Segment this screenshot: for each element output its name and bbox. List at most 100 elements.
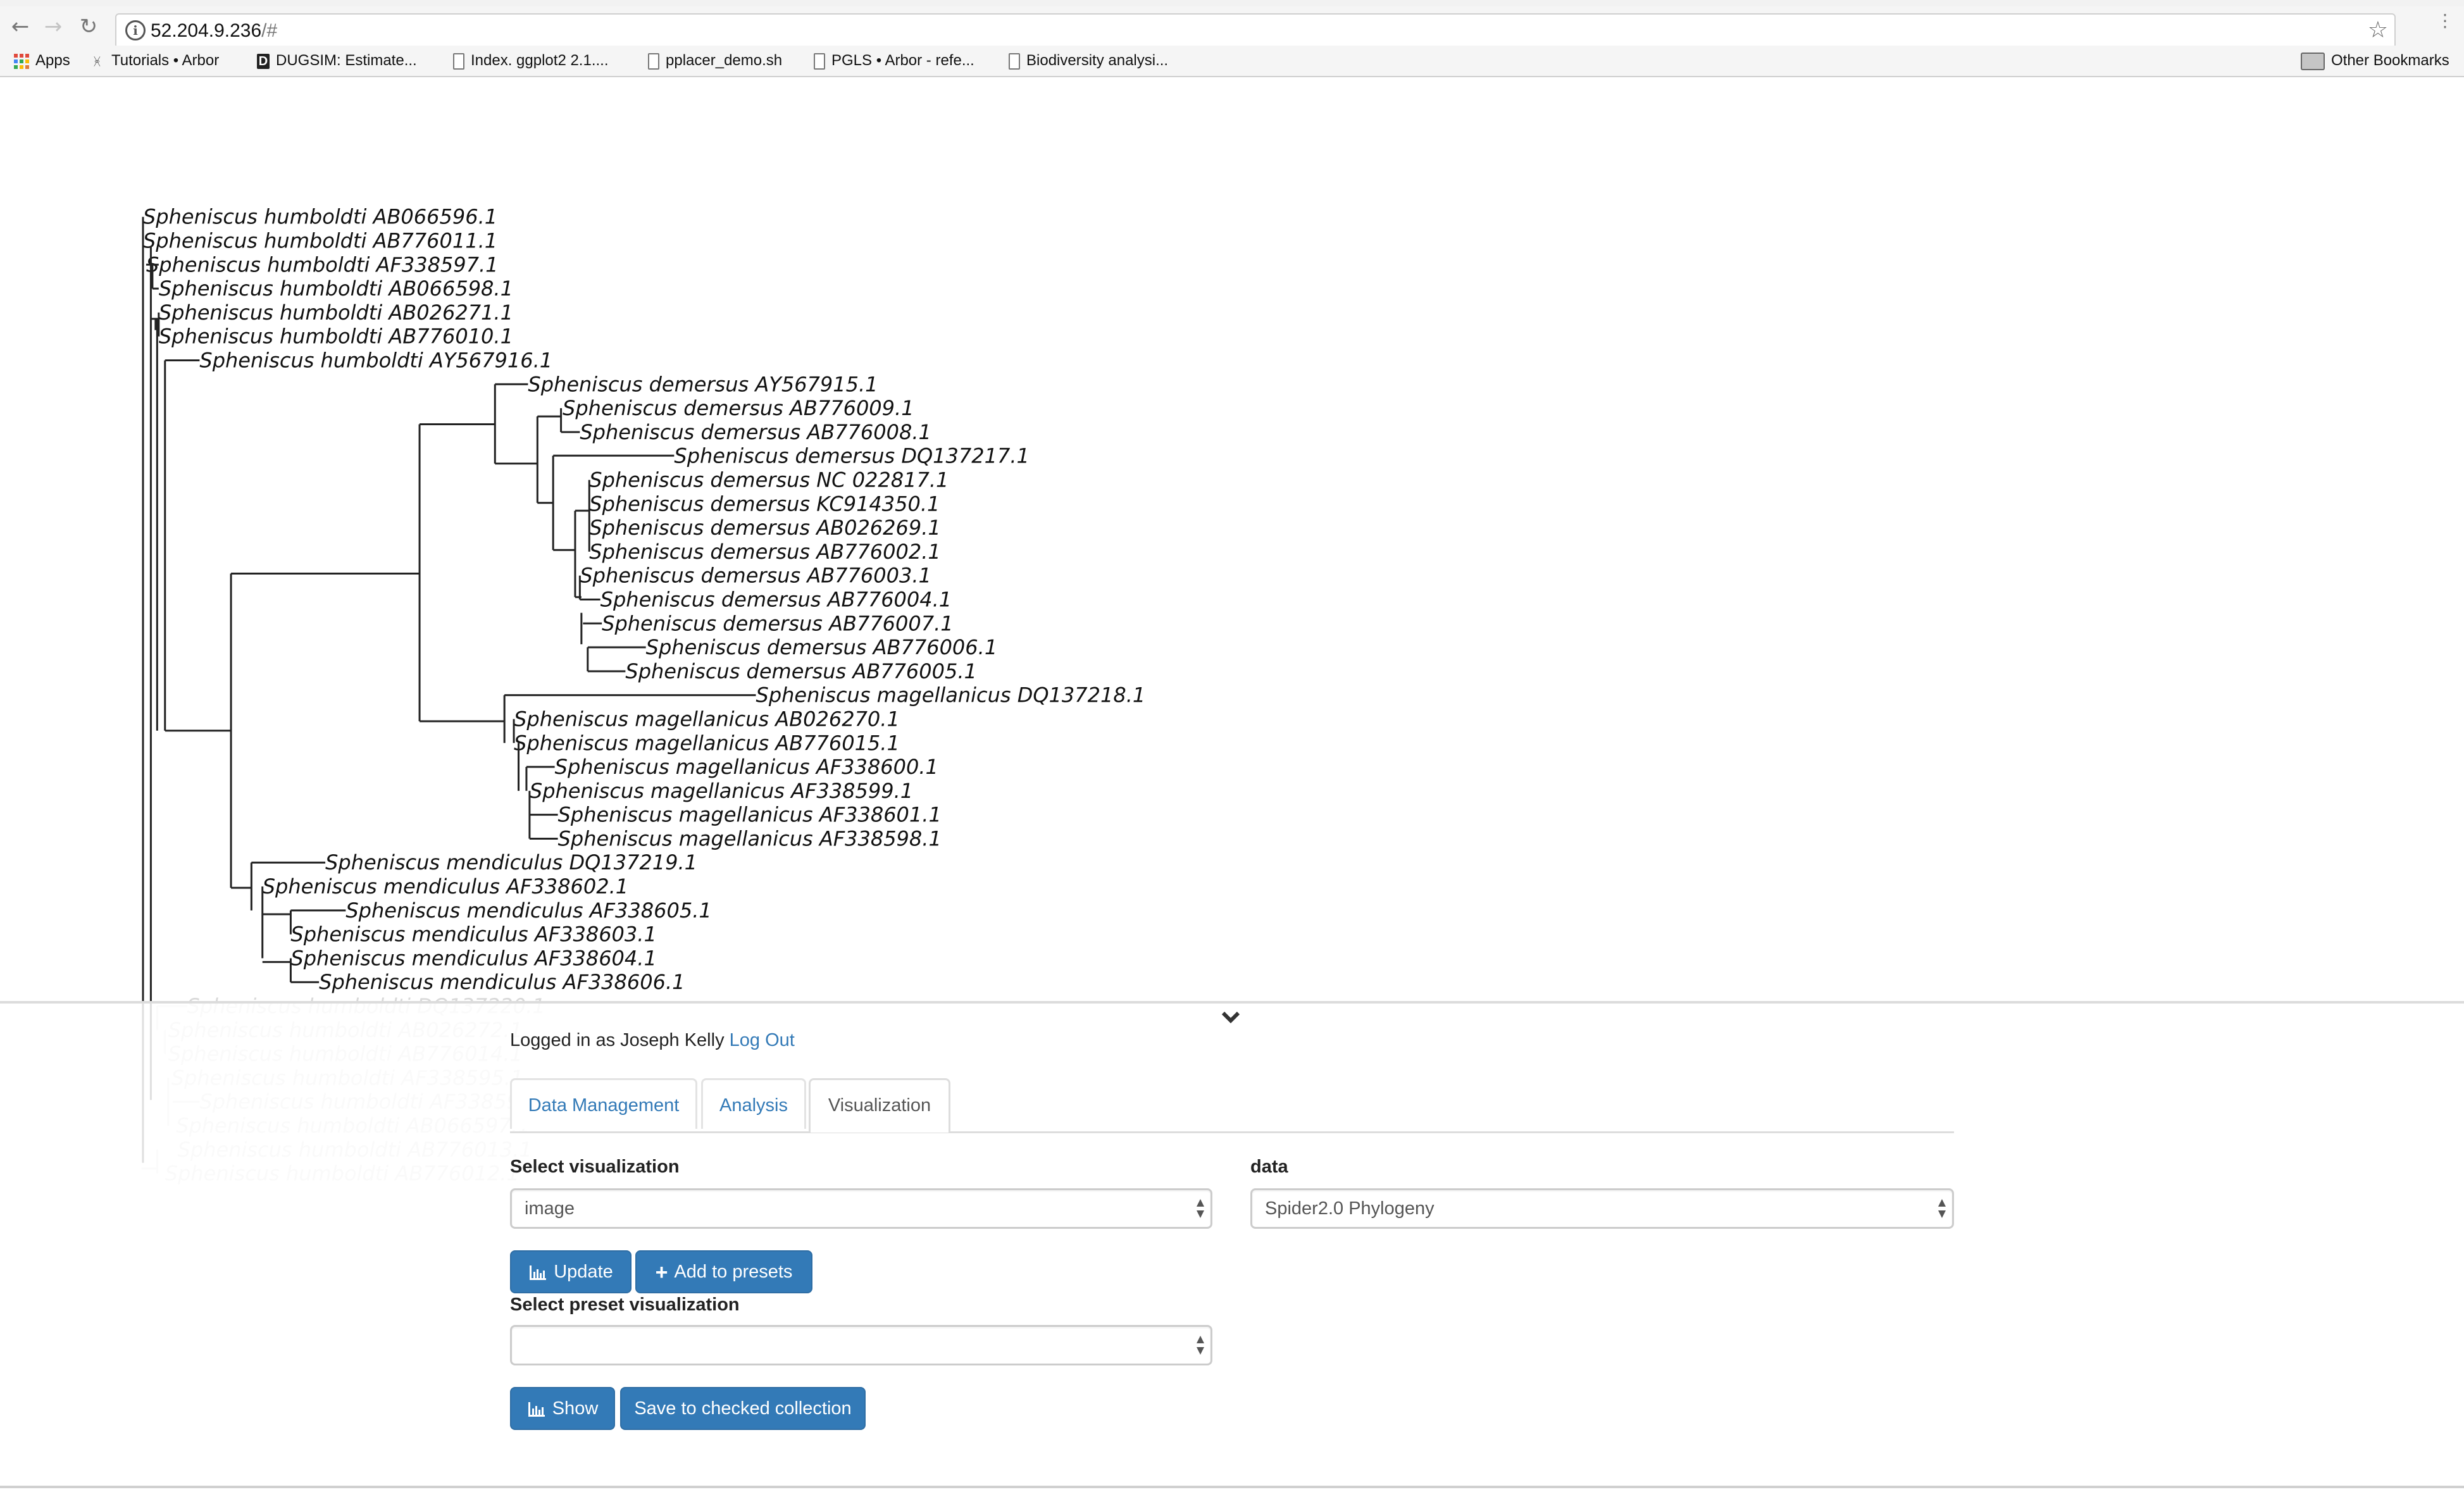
tree-leaf-label: Spheniscus humboldti AB026271.1 bbox=[159, 301, 513, 325]
data-select-value: Spider2.0 Phylogeny bbox=[1265, 1198, 1434, 1219]
tree-leaf-label: Spheniscus magellanicus AF338599.1 bbox=[530, 779, 913, 803]
bookmark-dugsim[interactable]: D DUGSIM: Estimate... bbox=[257, 50, 417, 71]
add-to-presets-label: Add to presets bbox=[674, 1262, 793, 1282]
tab-data-management[interactable]: Data Management bbox=[510, 1078, 697, 1129]
bookmarks-bar: Apps ᚸ Tutorials • Arbor D DUGSIM: Estimat… bbox=[0, 46, 2464, 77]
forward-arrow-icon: → bbox=[44, 14, 63, 39]
collapse-panel-chevron-icon[interactable] bbox=[1221, 1011, 1240, 1024]
show-label: Show bbox=[552, 1398, 599, 1419]
bookmark-pgls[interactable]: PGLS • Arbor - refe... bbox=[814, 50, 974, 71]
page-icon bbox=[814, 53, 825, 70]
bookmark-star-icon[interactable]: ☆ bbox=[2368, 17, 2388, 44]
phylogeny-tree: Spheniscus humboldti AB066596.1 Spheniscu… bbox=[0, 77, 2464, 1186]
bookmark-label: Biodiversity analysi... bbox=[1026, 52, 1169, 69]
tab-visualization[interactable]: Visualization bbox=[809, 1078, 950, 1133]
visualization-select[interactable]: image bbox=[510, 1188, 1212, 1229]
tree-leaf-label: Spheniscus humboldti AY567916.1 bbox=[199, 348, 552, 372]
page-icon bbox=[648, 53, 659, 70]
tree-leaf-label: Spheniscus magellanicus DQ137218.1 bbox=[756, 683, 1146, 707]
save-label: Save to checked collection bbox=[634, 1398, 852, 1419]
bookmark-label: Index. ggplot2 2.1.... bbox=[471, 52, 609, 69]
url-path: /# bbox=[261, 20, 278, 41]
tree-leaf-label: Spheniscus demersus AY567915.1 bbox=[528, 372, 878, 396]
login-status: Logged in as Joseph Kelly Log Out bbox=[510, 1030, 795, 1051]
bookmark-biodiversity[interactable]: Biodiversity analysi... bbox=[1009, 50, 1168, 71]
tree-leaf-label: Spheniscus demersus KC914350.1 bbox=[589, 492, 940, 516]
select-arrows-icon bbox=[1938, 1199, 1946, 1218]
tree-leaf-label: Spheniscus demersus AB776003.1 bbox=[580, 564, 931, 588]
tree-leaf-label: Spheniscus magellanicus AB026270.1 bbox=[514, 707, 900, 731]
tree-leaf-label: Spheniscus demersus AB776007.1 bbox=[602, 611, 954, 635]
other-bookmarks[interactable]: Other Bookmarks bbox=[2301, 50, 2449, 71]
back-button[interactable]: ← bbox=[9, 15, 32, 38]
page-icon bbox=[1009, 53, 1020, 70]
update-button[interactable]: Update bbox=[510, 1250, 632, 1293]
d-favicon-icon: D bbox=[257, 53, 270, 69]
forward-button[interactable]: → bbox=[42, 15, 65, 38]
tree-leaf-label: Spheniscus mendiculus AF338603.1 bbox=[290, 923, 656, 947]
tree-leaf-label: Spheniscus magellanicus AF338600.1 bbox=[555, 755, 938, 779]
visualization-select-value: image bbox=[525, 1198, 575, 1219]
select-arrows-icon bbox=[1197, 1199, 1204, 1218]
tree-leaf-label: Spheniscus humboldti AB066598.1 bbox=[159, 277, 513, 301]
update-label: Update bbox=[554, 1262, 613, 1282]
bar-chart-icon bbox=[530, 1265, 547, 1281]
tree-leaf-label: Spheniscus mendiculus AF338605.1 bbox=[345, 898, 711, 923]
bookmark-tutorials-arbor[interactable]: ᚸ Tutorials • Arbor bbox=[94, 50, 219, 71]
reload-button[interactable]: ↻ bbox=[77, 15, 100, 38]
tree-leaf-label: Spheniscus demersus AB776005.1 bbox=[625, 659, 977, 683]
bookmark-ggplot2[interactable]: Index. ggplot2 2.1.... bbox=[453, 50, 609, 71]
tree-leaf-label: Spheniscus demersus AB776006.1 bbox=[646, 635, 998, 659]
tab-analysis[interactable]: Analysis bbox=[701, 1078, 806, 1129]
tree-leaf-label: Spheniscus magellanicus AF338598.1 bbox=[558, 826, 942, 850]
tree-leaf-label: Spheniscus mendiculus AF338606.1 bbox=[319, 970, 685, 994]
tree-leaf-label: Spheniscus demersus DQ137217.1 bbox=[674, 444, 1029, 468]
tree-leaf-label: Spheniscus demersus AB776008.1 bbox=[580, 420, 931, 444]
bar-chart-icon bbox=[528, 1402, 545, 1417]
tree-leaf-label: Spheniscus humboldti AB066596.1 bbox=[143, 205, 497, 229]
tab-bar: Data Management Analysis Visualization bbox=[510, 1078, 1954, 1133]
select-preset-label: Select preset visualization bbox=[510, 1295, 740, 1315]
add-to-presets-button[interactable]: + Add to presets bbox=[635, 1250, 812, 1293]
site-info-icon[interactable]: i bbox=[125, 20, 146, 40]
logged-in-text: Logged in as Joseph Kelly bbox=[510, 1030, 725, 1050]
tree-leaf-label: Spheniscus magellanicus AF338601.1 bbox=[558, 803, 942, 827]
control-panel bbox=[0, 1001, 2464, 1492]
logout-link[interactable]: Log Out bbox=[730, 1030, 795, 1050]
tree-leaf-label: Spheniscus demersus AB026269.1 bbox=[589, 516, 941, 540]
back-arrow-icon: ← bbox=[11, 14, 30, 39]
bookmark-label: Tutorials • Arbor bbox=[111, 52, 220, 69]
browser-menu-icon[interactable]: ⋮ bbox=[2436, 12, 2454, 30]
tree-leaf-label: Spheniscus demersus AB776004.1 bbox=[600, 587, 952, 611]
tree-leaf-label: Spheniscus demersus AB776009.1 bbox=[563, 396, 914, 420]
url-host: 52.204.9.236 bbox=[151, 20, 262, 41]
bookmark-label: Apps bbox=[35, 52, 70, 69]
folder-icon bbox=[2301, 52, 2325, 70]
tree-leaf-label: Spheniscus mendiculus DQ137219.1 bbox=[325, 850, 697, 874]
page-icon bbox=[453, 53, 464, 70]
data-label: data bbox=[1250, 1157, 1288, 1177]
save-to-collection-button[interactable]: Save to checked collection bbox=[620, 1387, 866, 1430]
url-text[interactable]: 52.204.9.236/# bbox=[151, 18, 277, 44]
browser-toolbar: ← → ↻ i 52.204.9.236/# ☆ ⋮ bbox=[0, 6, 2464, 49]
bookmark-apps[interactable]: Apps bbox=[14, 50, 70, 71]
tree-leaf-label: Spheniscus mendiculus AF338602.1 bbox=[263, 874, 628, 898]
apps-grid-icon bbox=[14, 53, 29, 69]
select-arrows-icon bbox=[1197, 1336, 1204, 1355]
arbor-logo-icon: ᚸ bbox=[94, 54, 101, 68]
tree-leaf-label: Spheniscus magellanicus AB776015.1 bbox=[514, 731, 900, 755]
tree-leaf-label: Spheniscus humboldti AF338597.1 bbox=[146, 252, 499, 277]
bookmark-label: PGLS • Arbor - refe... bbox=[831, 52, 974, 69]
show-button[interactable]: Show bbox=[510, 1387, 615, 1430]
bookmark-pplacer[interactable]: pplacer_demo.sh bbox=[648, 50, 782, 71]
address-bar[interactable]: i 52.204.9.236/# ☆ bbox=[115, 13, 2396, 49]
tree-leaf-label: Spheniscus mendiculus AF338604.1 bbox=[290, 946, 656, 970]
other-bookmarks-label: Other Bookmarks bbox=[2331, 52, 2449, 69]
preset-select[interactable] bbox=[510, 1325, 1212, 1365]
tree-leaf-label: Spheniscus demersus NC 022817.1 bbox=[589, 468, 949, 492]
select-visualization-label: Select visualization bbox=[510, 1157, 680, 1177]
panel-bottom-border bbox=[0, 1486, 2464, 1488]
data-select[interactable]: Spider2.0 Phylogeny bbox=[1250, 1188, 1954, 1229]
reload-icon: ↻ bbox=[79, 14, 98, 39]
plus-icon: + bbox=[655, 1260, 668, 1285]
